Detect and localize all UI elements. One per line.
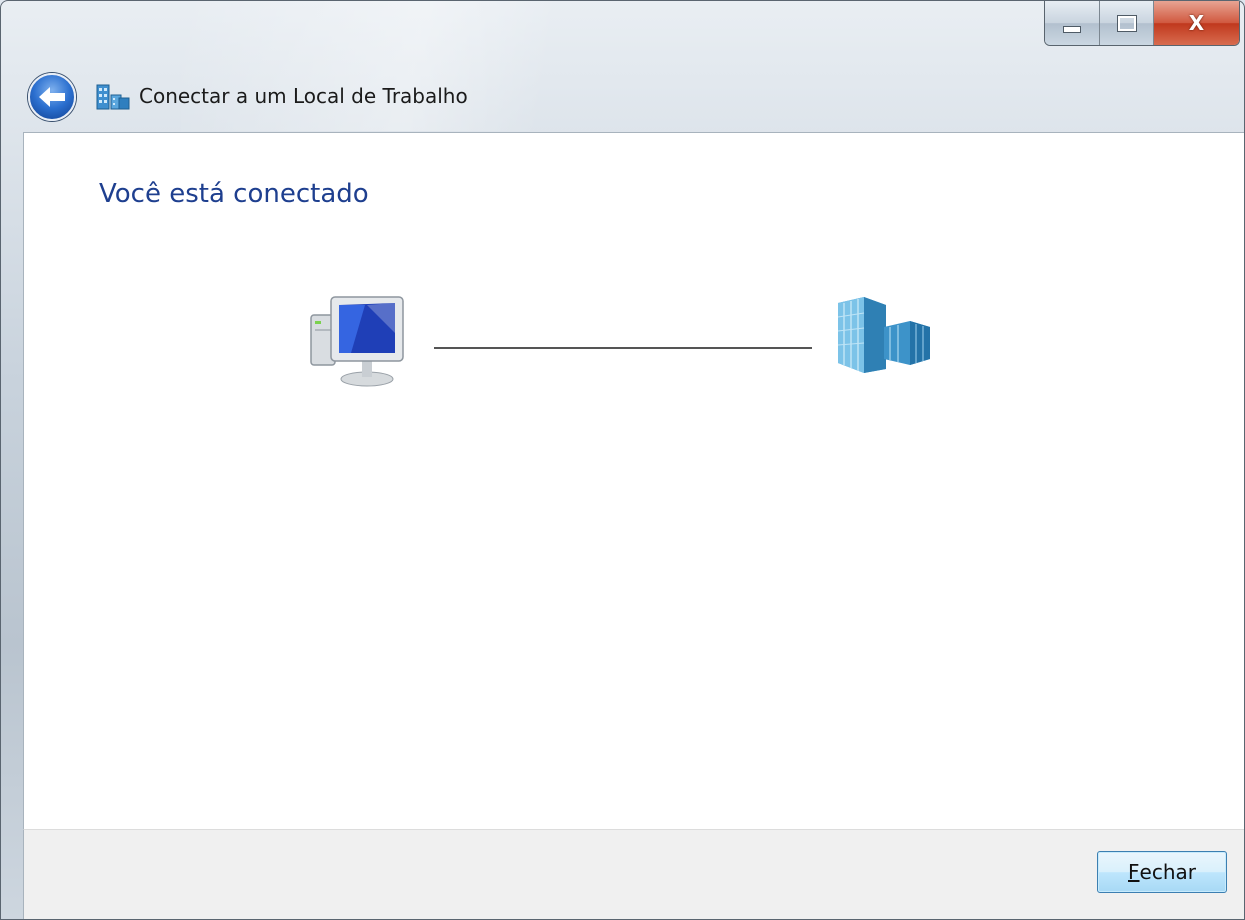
title-bar-glass [181,1,701,131]
back-arrow-icon [39,87,65,107]
close-icon: X [1188,11,1205,35]
workplace-building-icon [96,84,130,110]
caption-buttons: X [1044,1,1240,46]
close-button-label: echar [1139,860,1196,884]
window-title: Conectar a um Local de Trabalho [139,84,468,108]
window-close-button[interactable]: X [1153,1,1239,45]
close-button-mnemonic: F [1128,860,1140,884]
maximize-icon [1116,14,1137,32]
dialog-footer: Fechar [23,829,1244,919]
minimize-icon [1063,25,1081,33]
connection-line [434,347,812,349]
computer-icon [310,296,404,387]
page-heading: Você está conectado [99,179,369,209]
minimize-button[interactable] [1045,1,1099,45]
dialog-window: X Conectar a um Local de Trabalho Você e… [0,0,1245,920]
content-area: Você está conectado [23,132,1244,830]
maximize-button[interactable] [1099,1,1153,45]
office-building-icon [837,297,930,373]
back-button[interactable] [28,73,76,121]
close-button[interactable]: Fechar [1097,851,1227,893]
